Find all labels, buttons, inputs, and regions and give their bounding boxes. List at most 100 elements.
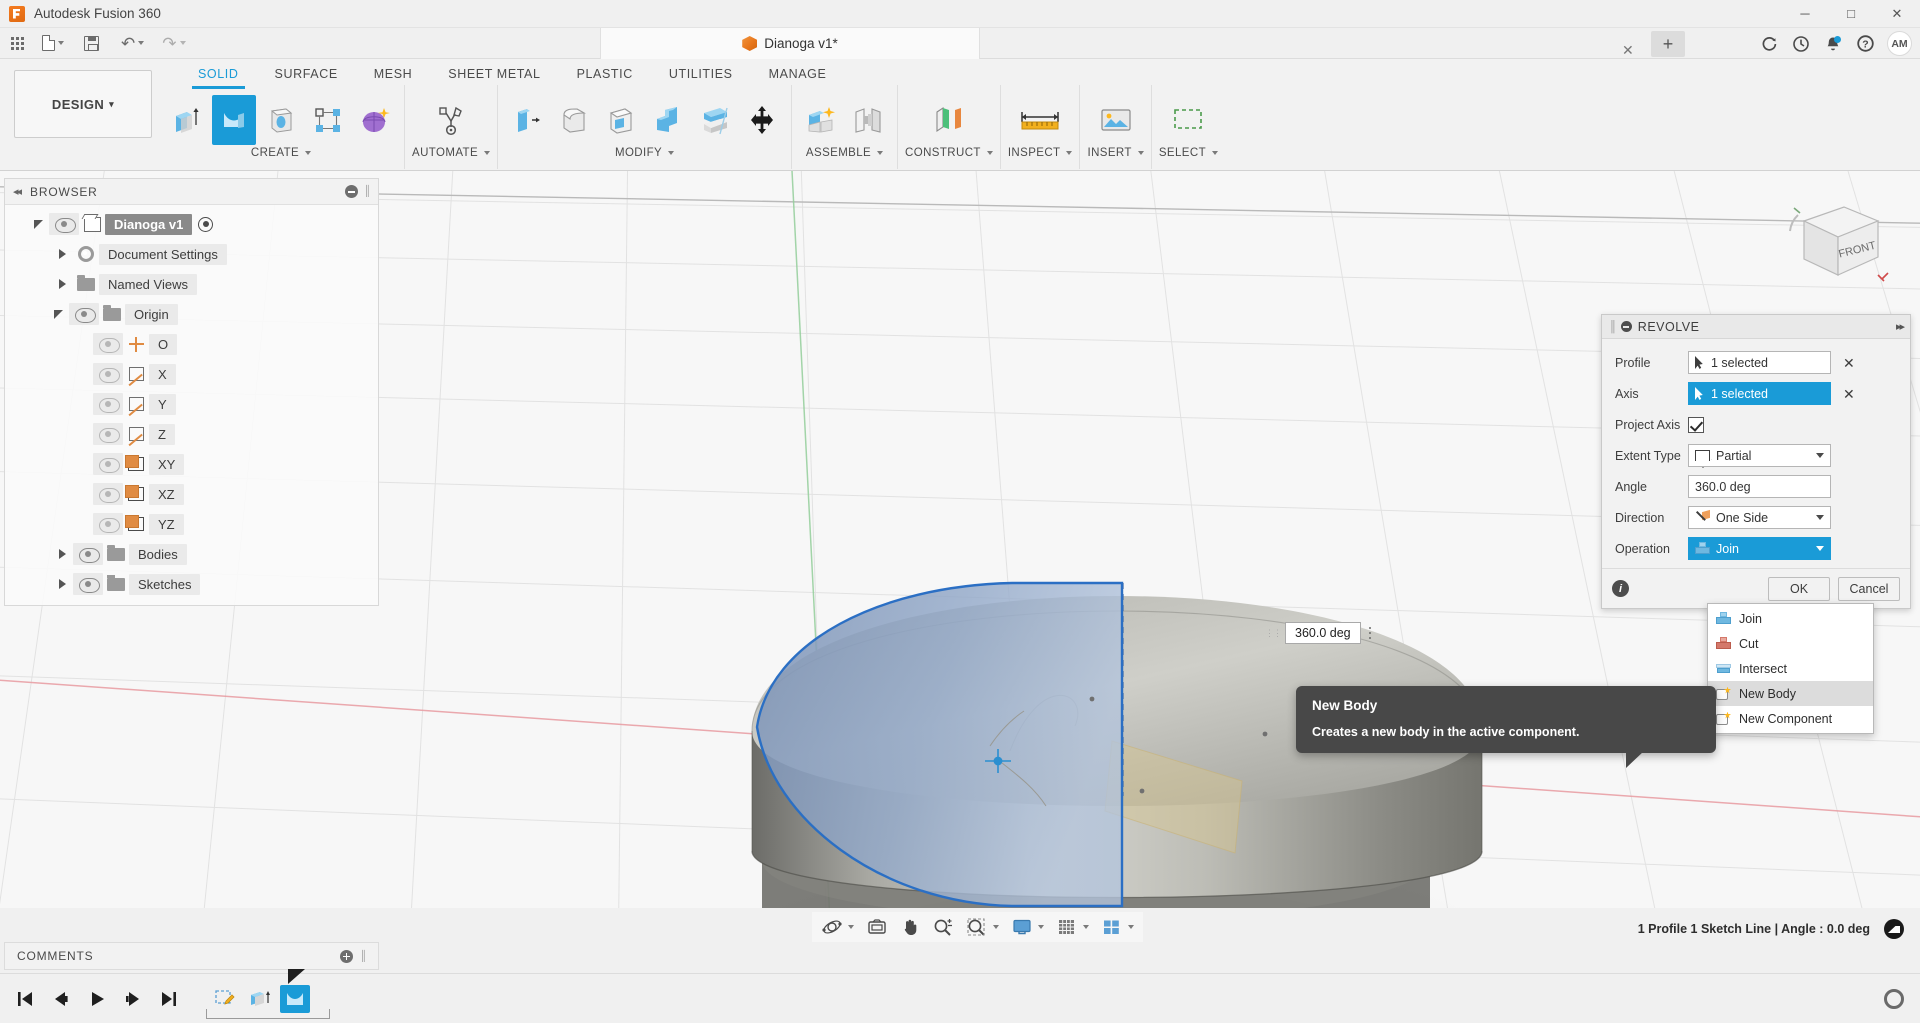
tree-item-axis-x[interactable]: X — [5, 359, 378, 389]
panel-resize-grip[interactable]: ║ — [360, 951, 366, 962]
panel-assemble-label[interactable]: ASSEMBLE — [806, 147, 883, 159]
panel-automate-label[interactable]: AUTOMATE — [412, 147, 490, 159]
operation-dropdown[interactable]: Join — [1688, 537, 1831, 560]
visibility-toggle[interactable] — [69, 303, 99, 325]
cancel-button[interactable]: Cancel — [1838, 577, 1900, 601]
tree-item-sketches[interactable]: Sketches — [5, 569, 378, 599]
workspace-switcher-button[interactable]: DESIGN ▾ — [14, 70, 152, 138]
expand-right-icon[interactable]: ▸▸ — [1896, 320, 1903, 333]
tab-solid[interactable]: SOLID — [180, 61, 257, 87]
split-face-button[interactable] — [693, 95, 737, 145]
tree-item-origin-point[interactable]: O — [5, 329, 378, 359]
new-document-button[interactable] — [37, 30, 69, 56]
minimize-button[interactable]: ─ — [1782, 0, 1828, 28]
expander-closed-icon[interactable] — [51, 579, 73, 589]
menu-item-intersect[interactable]: Intersect — [1708, 656, 1873, 681]
combine-button[interactable] — [646, 95, 690, 145]
angle-input[interactable]: 360.0 deg — [1688, 475, 1831, 498]
save-button[interactable] — [79, 30, 104, 56]
notifications-bell-icon[interactable] — [1818, 31, 1848, 57]
grid-snaps-button[interactable] — [1051, 914, 1094, 940]
panel-insert-label[interactable]: INSERT — [1087, 147, 1143, 159]
orbit-button[interactable] — [816, 914, 859, 940]
tree-item-dianoga[interactable]: Dianoga v1 — [5, 209, 378, 239]
menu-item-new-component[interactable]: New Component — [1708, 706, 1873, 731]
angle-manipulator[interactable]: ⋮⋮ 360.0 deg — [1265, 622, 1375, 644]
menu-item-join[interactable]: Join — [1708, 606, 1873, 631]
collapse-left-icon[interactable]: ◂◂ — [13, 185, 20, 198]
extrude-button[interactable] — [165, 95, 209, 145]
redo-button[interactable]: ↷ — [157, 30, 190, 56]
minimize-circle-icon[interactable] — [1621, 321, 1632, 332]
pan-button[interactable] — [895, 914, 925, 940]
tree-item-plane-xy[interactable]: XY — [5, 449, 378, 479]
direction-dropdown[interactable]: One Side — [1688, 506, 1831, 529]
undo-button[interactable]: ↶ — [116, 30, 149, 56]
go-to-beginning-button[interactable] — [14, 988, 36, 1010]
expander-closed-icon[interactable] — [51, 279, 73, 289]
more-options-icon[interactable] — [1365, 627, 1376, 640]
view-cube[interactable]: FRONT — [1782, 191, 1892, 291]
expander-open-icon[interactable] — [47, 310, 69, 319]
autodesk-logo-icon[interactable] — [1884, 919, 1904, 939]
visibility-toggle[interactable] — [49, 213, 79, 235]
panel-resize-grip[interactable]: ║ — [364, 186, 370, 197]
timeline-settings-icon[interactable] — [1884, 989, 1904, 1009]
visibility-toggle[interactable] — [73, 543, 103, 565]
close-button[interactable]: ✕ — [1874, 0, 1920, 28]
tab-mesh[interactable]: MESH — [356, 61, 431, 87]
visibility-toggle[interactable] — [93, 453, 123, 475]
pattern-button[interactable] — [306, 95, 350, 145]
profile-select-field[interactable]: 1 selected — [1688, 351, 1831, 374]
insert-image-button[interactable] — [1090, 95, 1142, 145]
panel-create-label[interactable]: CREATE — [251, 147, 311, 159]
timeline-marker[interactable] — [288, 969, 305, 984]
profile-clear-button[interactable]: ✕ — [1843, 356, 1855, 370]
menu-item-cut[interactable]: Cut — [1708, 631, 1873, 656]
visibility-toggle[interactable] — [93, 483, 123, 505]
zoom-button[interactable] — [927, 914, 959, 940]
app-grid-button[interactable] — [6, 30, 29, 56]
play-button[interactable] — [86, 988, 108, 1010]
tree-item-named-views[interactable]: Named Views — [5, 269, 378, 299]
visibility-toggle[interactable] — [93, 513, 123, 535]
new-component-button[interactable] — [799, 95, 843, 145]
visibility-toggle[interactable] — [93, 333, 123, 355]
activate-component-icon[interactable] — [198, 217, 213, 232]
panel-select-label[interactable]: SELECT — [1159, 147, 1218, 159]
viewports-button[interactable] — [1096, 914, 1139, 940]
help-icon[interactable]: ? — [1850, 31, 1880, 57]
select-button[interactable] — [1162, 95, 1214, 145]
step-forward-button[interactable] — [122, 988, 144, 1010]
revolve-dialog-header[interactable]: ║ REVOLVE ▸▸ — [1602, 315, 1910, 339]
expander-closed-icon[interactable] — [51, 249, 73, 259]
add-comment-icon[interactable] — [340, 950, 353, 963]
panel-modify-label[interactable]: MODIFY — [615, 147, 674, 159]
drag-grip-icon[interactable]: ║ — [1609, 321, 1615, 333]
generative-design-button[interactable] — [429, 95, 473, 145]
create-form-button[interactable] — [353, 95, 397, 145]
tab-sheet-metal[interactable]: SHEET METAL — [430, 61, 558, 87]
tree-item-axis-z[interactable]: Z — [5, 419, 378, 449]
tree-item-axis-y[interactable]: Y — [5, 389, 378, 419]
avatar[interactable]: AM — [1887, 31, 1912, 56]
look-at-button[interactable] — [861, 914, 893, 940]
drag-grip-icon[interactable]: ⋮⋮ — [1265, 630, 1281, 636]
tab-manage[interactable]: MANAGE — [751, 61, 845, 87]
shell-button[interactable] — [599, 95, 643, 145]
tab-utilities[interactable]: UTILITIES — [651, 61, 751, 87]
tab-surface[interactable]: SURFACE — [257, 61, 356, 87]
new-tab-button[interactable]: + — [1651, 31, 1685, 57]
visibility-toggle[interactable] — [93, 423, 123, 445]
tree-item-origin[interactable]: Origin — [5, 299, 378, 329]
panel-inspect-label[interactable]: INSPECT — [1008, 147, 1073, 159]
info-icon[interactable]: i — [1612, 580, 1629, 597]
offset-plane-button[interactable] — [923, 95, 975, 145]
step-back-button[interactable] — [50, 988, 72, 1010]
measure-button[interactable] — [1012, 95, 1068, 145]
zoom-window-button[interactable] — [961, 914, 1004, 940]
project-axis-checkbox[interactable] — [1688, 417, 1704, 433]
angle-value-input[interactable]: 360.0 deg — [1285, 622, 1361, 644]
comments-panel[interactable]: COMMENTS ║ — [4, 942, 379, 970]
tree-item-plane-xz[interactable]: XZ — [5, 479, 378, 509]
